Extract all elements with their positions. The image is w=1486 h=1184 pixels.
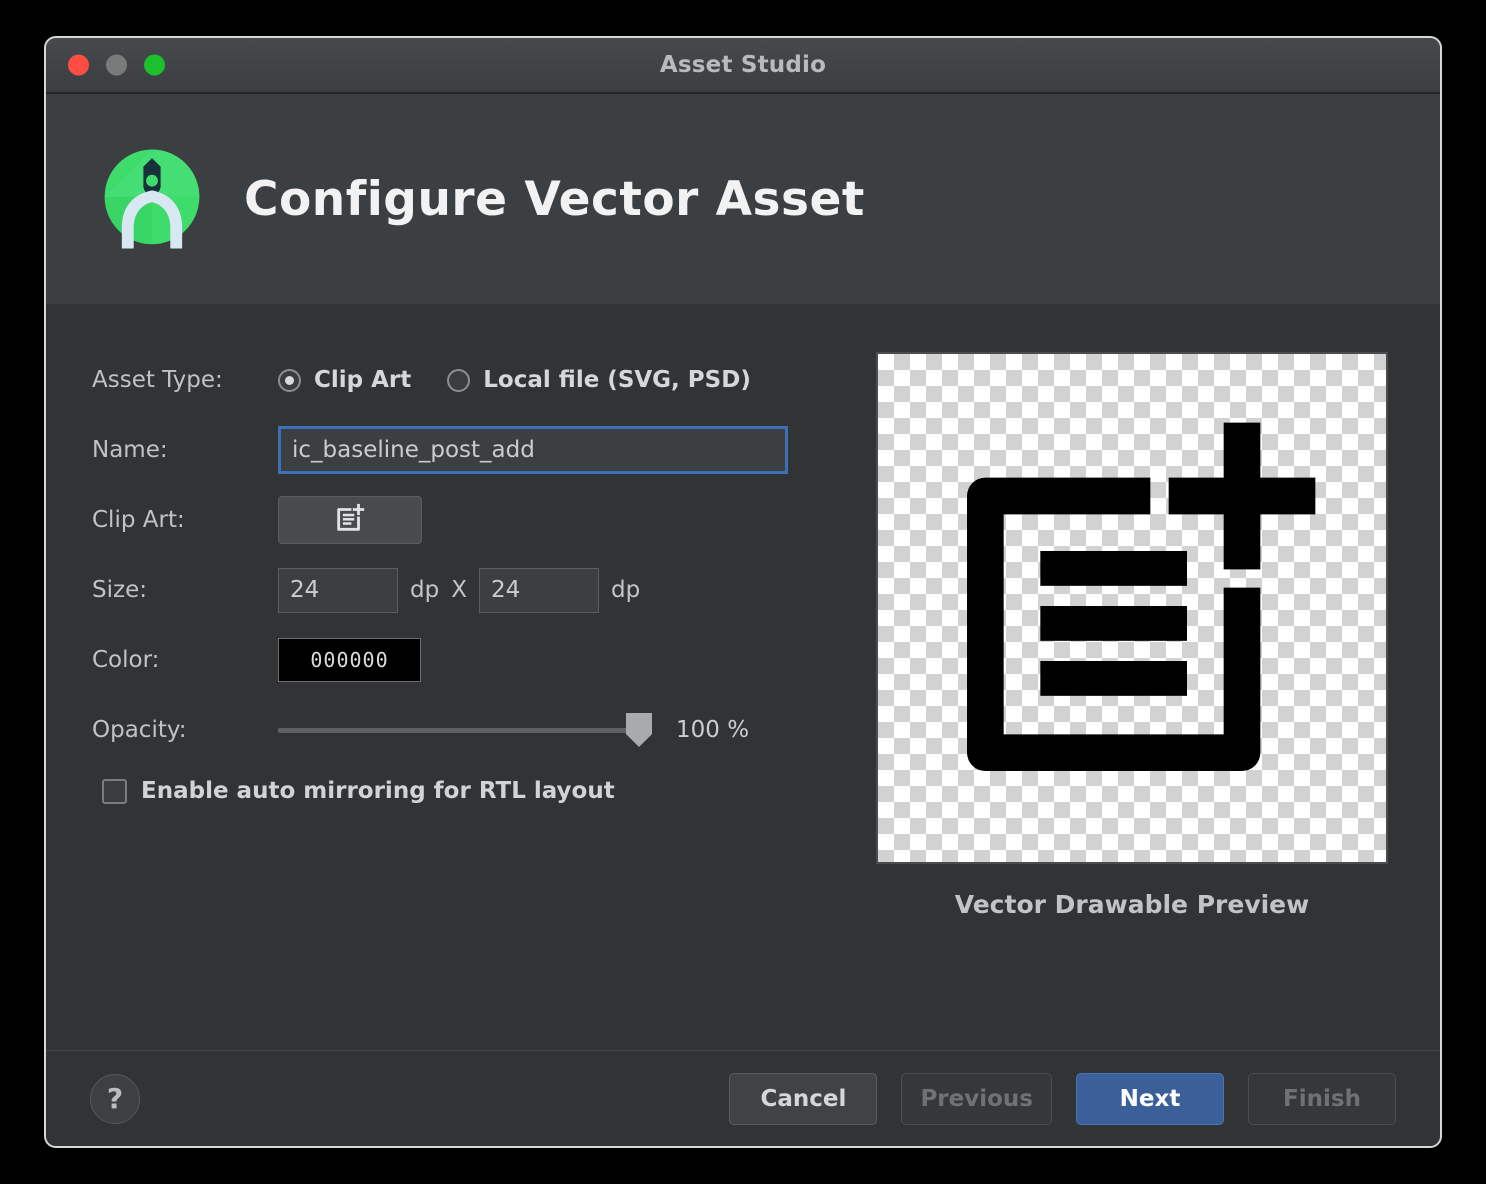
size-label: Size:	[92, 577, 147, 603]
finish-button[interactable]: Finish	[1248, 1072, 1396, 1125]
radio-clip-art-indicator[interactable]	[278, 368, 301, 392]
size-width-input[interactable]: 24	[278, 567, 398, 613]
page-title: Configure Vector Asset	[244, 171, 865, 227]
preview-panel: Vector Drawable Preview	[876, 338, 1388, 1050]
wizard-body: Asset Type: Clip Art Local file (SVG, PS…	[46, 304, 1440, 1050]
clip-art-row: Clip Art:	[92, 492, 852, 548]
radio-clip-art[interactable]: Clip Art	[278, 367, 411, 393]
asset-type-radio-group: Clip Art Local file (SVG, PSD)	[278, 367, 751, 393]
asset-type-row: Asset Type: Clip Art Local file (SVG, PS…	[92, 352, 852, 408]
size-height-input[interactable]: 24	[478, 567, 599, 613]
color-label: Color:	[92, 647, 160, 673]
name-label: Name:	[92, 437, 168, 463]
size-row: Size: 24 dp X 24 dp	[92, 562, 852, 618]
opacity-slider[interactable]	[278, 708, 652, 752]
wizard-footer: ? Cancel Previous Next Finish	[46, 1050, 1440, 1146]
rtl-mirroring-label: Enable auto mirroring for RTL layout	[141, 778, 615, 804]
next-button[interactable]: Next	[1076, 1072, 1224, 1125]
window-title: Asset Studio	[659, 52, 827, 78]
name-input[interactable]: ic_baseline_post_add	[278, 426, 788, 474]
opacity-label: Opacity:	[92, 717, 187, 743]
color-swatch-button[interactable]: 000000	[278, 638, 421, 682]
vector-asset-form: Asset Type: Clip Art Local file (SVG, PS…	[92, 338, 852, 1050]
window-controls	[68, 54, 165, 76]
rtl-mirroring-checkbox[interactable]	[102, 778, 127, 804]
clip-art-label: Clip Art:	[92, 507, 185, 533]
rtl-mirroring-row[interactable]: Enable auto mirroring for RTL layout	[92, 778, 852, 804]
android-studio-logo-icon	[98, 143, 206, 255]
asset-type-label: Asset Type:	[92, 367, 223, 393]
footer-buttons: Cancel Previous Next Finish	[729, 1072, 1396, 1125]
size-width-unit: dp	[410, 577, 440, 603]
clip-art-picker-button[interactable]	[278, 496, 422, 544]
help-button[interactable]: ?	[90, 1073, 140, 1124]
previous-button[interactable]: Previous	[901, 1072, 1052, 1125]
radio-local-file-indicator[interactable]	[447, 368, 471, 392]
post-add-preview-icon	[912, 386, 1352, 830]
opacity-value-label: 100 %	[676, 717, 750, 743]
name-row: Name: ic_baseline_post_add	[92, 422, 852, 478]
wizard-header: Configure Vector Asset	[46, 94, 1440, 304]
size-height-unit: dp	[610, 577, 641, 603]
vector-preview-canvas	[876, 352, 1388, 864]
opacity-row: Opacity: 100 %	[92, 702, 852, 758]
color-hex-value: 000000	[310, 648, 389, 672]
desktop-background: Asset Studio Configure Vector Asset Asse…	[0, 0, 1486, 1184]
radio-local-file[interactable]: Local file (SVG, PSD)	[447, 367, 751, 393]
zoom-window-button[interactable]	[144, 54, 165, 76]
window-titlebar: Asset Studio	[46, 38, 1440, 94]
opacity-slider-track	[278, 727, 648, 733]
size-separator: X	[451, 577, 467, 603]
color-row: Color: 000000	[92, 632, 852, 688]
cancel-button[interactable]: Cancel	[729, 1072, 878, 1125]
minimize-window-button[interactable]	[106, 54, 127, 76]
asset-studio-window: Asset Studio Configure Vector Asset Asse…	[44, 36, 1442, 1148]
opacity-slider-wrap: 100 %	[278, 708, 852, 752]
radio-clip-art-label: Clip Art	[314, 367, 412, 393]
close-window-button[interactable]	[68, 54, 89, 76]
radio-local-file-label: Local file (SVG, PSD)	[483, 367, 751, 393]
opacity-slider-thumb[interactable]	[626, 713, 652, 747]
preview-caption: Vector Drawable Preview	[954, 890, 1310, 919]
post-add-icon	[333, 501, 367, 539]
